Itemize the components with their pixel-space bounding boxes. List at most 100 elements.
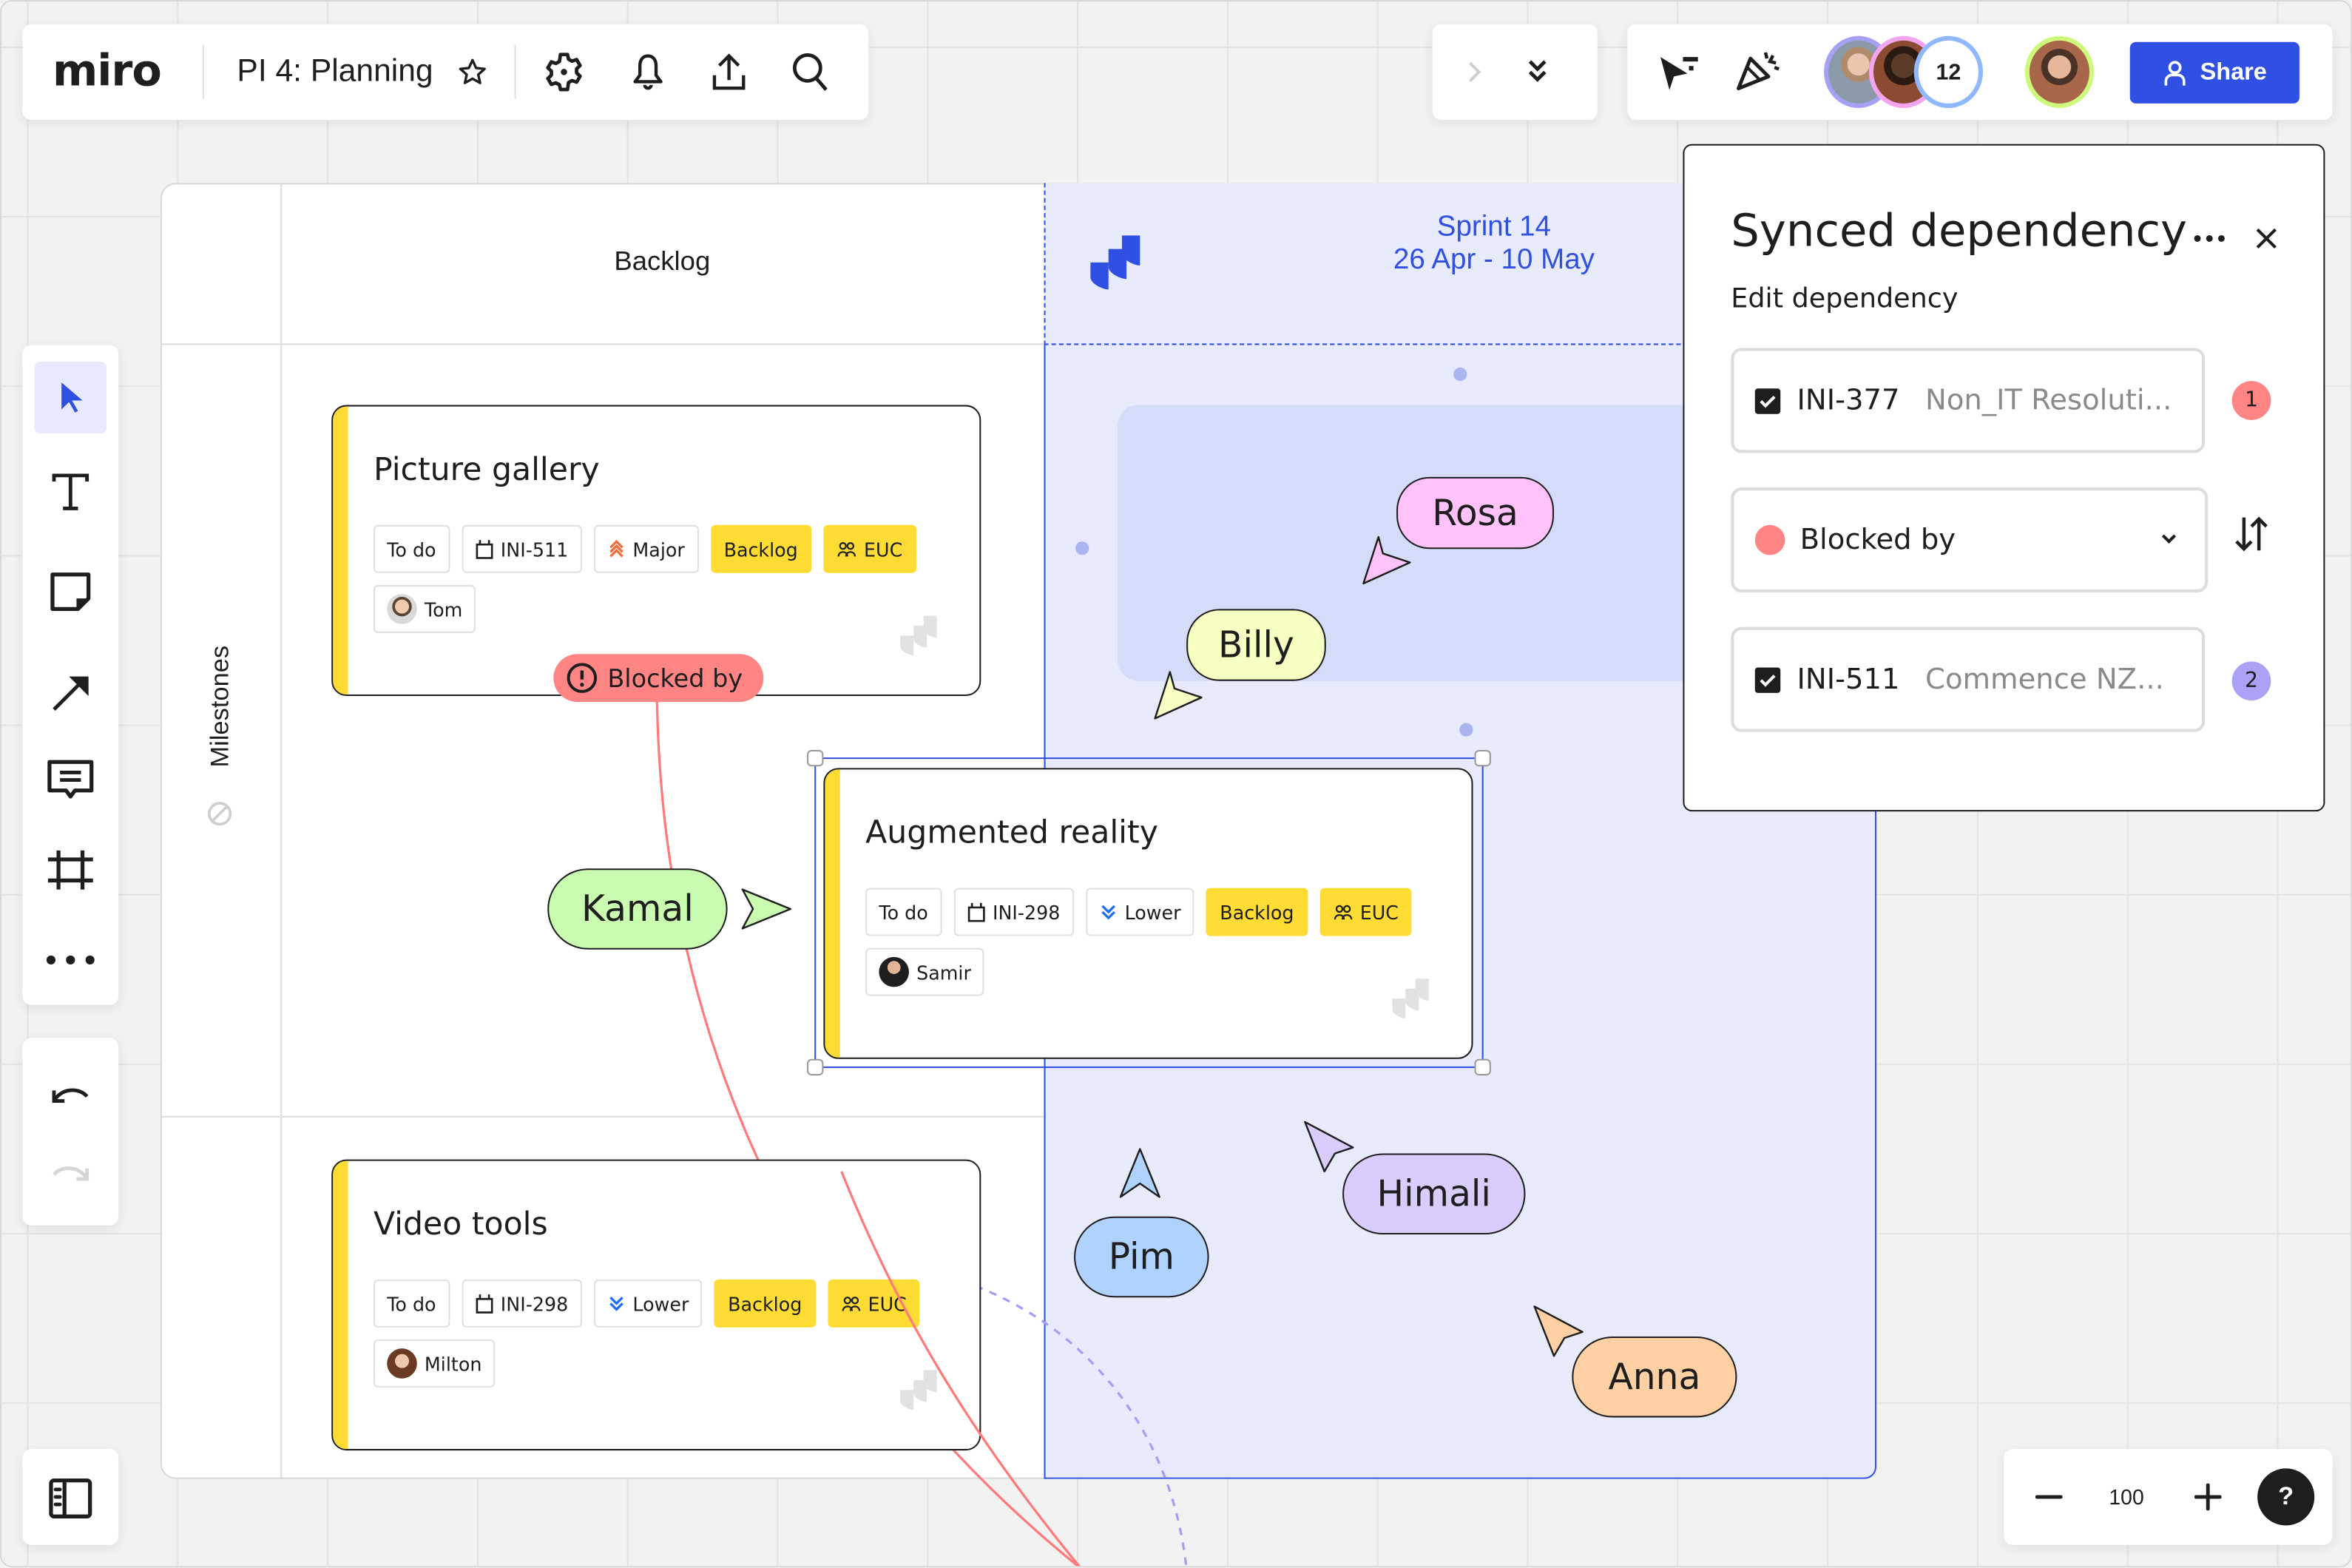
synced-dependency-panel: Synced dependency Edit dependency INI-37… [1683,143,2325,812]
cursor-arrow-pim [1119,1148,1160,1198]
more-icon [46,955,95,965]
undo-icon [52,1088,89,1103]
target-issue-field[interactable]: INI-511 Commence NZ... [1731,626,2206,732]
more-options-icon[interactable] [2190,220,2229,257]
resize-handle-bottom-right[interactable] [1474,1058,1491,1076]
history-toolbar [22,1038,119,1226]
status-chip[interactable]: To do [865,888,942,936]
close-icon[interactable] [2248,220,2285,257]
jira-sync-icon [1392,979,1429,1019]
sidebar-panel-icon [49,1478,92,1518]
card-title: Augmented reality [865,814,1158,851]
redo-button[interactable] [35,1137,107,1209]
team-chip[interactable]: EUC [823,524,916,573]
cursor-arrow-rosa [1362,535,1411,585]
jira-sync-icon [900,615,937,656]
blocked-by-label: Blocked by [607,663,743,692]
dotted-connector [961,1280,1188,1567]
jira-sync-icon [900,1370,937,1410]
arrow-tool[interactable] [35,655,107,727]
assignee-avatar [387,594,417,624]
assignee-chip[interactable]: Tom [373,584,476,633]
more-tools[interactable] [35,924,107,996]
select-tool[interactable] [34,361,107,434]
swap-direction-icon[interactable] [2229,512,2274,557]
team-icon [1334,904,1352,919]
board-panel-toggle[interactable] [22,1449,119,1545]
cursor-label-billy: Billy [1186,609,1326,681]
zoom-in-button[interactable] [2190,1479,2226,1515]
blocked-by-tag[interactable]: Blocked by [553,654,764,703]
source-issue-checkbox[interactable] [1754,388,1781,413]
column-chip[interactable]: Backlog [714,1279,816,1328]
cursor-label-kamal: Kamal [547,868,728,950]
source-issue-field[interactable]: INI-377 Non_IT Resoluti... [1731,348,2206,453]
issue-type-icon [476,540,493,559]
resize-handle-bottom-left[interactable] [807,1058,824,1076]
assignee-chip[interactable]: Samir [865,947,985,996]
priority-lower-icon [1101,905,1115,920]
creation-toolbar [22,345,119,1005]
assignee-avatar [879,956,909,987]
column-chip[interactable]: Backlog [1206,888,1308,936]
cursor-arrow-anna [1533,1305,1584,1357]
issue-key-chip[interactable]: INI-298 [953,888,1074,936]
column-chip[interactable]: Backlog [710,524,812,573]
issue-key: INI-298 [992,900,1061,924]
zoom-level[interactable]: 100 [2109,1485,2143,1509]
redo-icon [53,1166,89,1181]
priority-major-icon [609,539,624,558]
assignee-chip[interactable]: Milton [373,1339,496,1388]
assignee-name: Samir [916,960,971,984]
team-label: EUC [1359,900,1399,924]
team-label: EUC [864,538,903,561]
frame-tool[interactable] [35,834,107,906]
team-icon [837,541,856,556]
team-chip[interactable]: EUC [827,1279,921,1328]
issue-key-chip[interactable]: INI-298 [462,1279,582,1328]
card-picture-gallery[interactable]: Picture gallery To do INI-511 Major Back… [331,405,981,696]
sticky-note-icon [50,572,91,612]
arrow-icon [53,676,89,711]
card-video-tools[interactable]: Video tools To do INI-298 Lower Backlog … [331,1159,981,1451]
card-title: Video tools [373,1206,548,1243]
source-issue-key: INI-377 [1797,384,1900,417]
target-issue-badge: 2 [2231,661,2271,701]
frame-icon [47,850,93,890]
text-tool[interactable] [35,456,107,528]
target-issue-checkbox[interactable] [1754,666,1781,692]
cursor-label-rosa: Rosa [1396,476,1555,550]
target-issue-key: INI-511 [1797,663,1900,696]
team-chip[interactable]: EUC [1319,888,1413,936]
resize-handle-top-right[interactable] [1474,750,1491,767]
undo-button[interactable] [35,1059,107,1131]
zoom-out-button[interactable] [2031,1479,2067,1515]
cursor-arrow-kamal [741,888,791,930]
card-augmented-reality[interactable]: Augmented reality To do INI-298 Lower Ba… [823,768,1473,1059]
source-issue-summary: Non_IT Resoluti... [1925,384,2172,417]
priority-chip[interactable]: Major [593,524,699,573]
comment-tool[interactable] [35,744,107,816]
team-label: EUC [868,1292,907,1315]
relation-type-select[interactable]: Blocked by [1731,487,2209,593]
cursor-label-himali: Himali [1342,1153,1526,1235]
priority-chip[interactable]: Lower [1085,888,1194,936]
issue-key-chip[interactable]: INI-511 [462,524,582,573]
resize-handle-top-left[interactable] [807,750,824,767]
miro-board-canvas[interactable]: miro PI 4: Planning 12 Share Backlog Spr… [0,0,2352,1568]
priority-chip[interactable]: Lower [593,1279,703,1328]
panel-subtitle: Edit dependency [1731,283,1959,315]
source-issue-badge: 1 [2231,381,2271,420]
plus-icon [2194,1483,2222,1511]
assignee-name: Tom [424,598,463,621]
help-button[interactable]: ? [2257,1468,2315,1526]
issue-type-icon [476,1294,493,1314]
minus-icon [2035,1495,2063,1499]
priority-label: Major [632,538,685,561]
status-chip[interactable]: To do [373,1279,450,1328]
cursor-arrow-billy [1154,671,1203,720]
zoom-controls: 100 ? [2004,1449,2333,1545]
status-chip[interactable]: To do [373,524,450,573]
sticky-note-tool[interactable] [35,555,107,626]
cursor-arrow-himali [1304,1121,1354,1173]
